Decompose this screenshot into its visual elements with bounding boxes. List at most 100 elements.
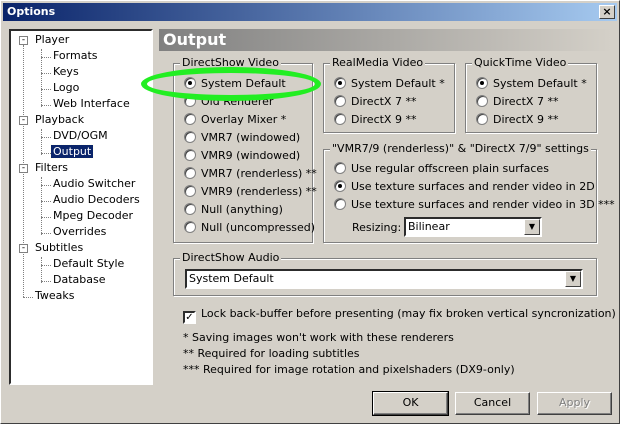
settings-tree[interactable]: - Player Formats Keys Logo Web Interface… <box>9 29 153 385</box>
tree-item-filters[interactable]: Filters <box>33 161 70 175</box>
tree-item-database[interactable]: Database <box>51 273 108 287</box>
window-title: Options <box>7 5 56 18</box>
cancel-button[interactable]: Cancel <box>455 392 530 415</box>
tree-item-tweaks[interactable]: Tweaks <box>33 289 77 303</box>
radio-offscreen-plain[interactable]: Use regular offscreen plain surfaces <box>334 162 549 176</box>
collapse-icon[interactable]: - <box>19 116 28 125</box>
quicktime-video-group: QuickTime Video System Default * DirectX… <box>465 56 597 133</box>
page-title: Output <box>159 29 613 51</box>
chevron-down-icon[interactable]: ▼ <box>524 219 540 235</box>
radio-overlay-mixer[interactable]: Overlay Mixer * <box>184 113 286 127</box>
radio-selected-icon <box>184 77 196 89</box>
radio-vmr9-renderless[interactable]: VMR9 (renderless) ** <box>184 185 317 199</box>
footnote: * Saving images won't work with these re… <box>183 331 454 344</box>
tree-item-web-interface[interactable]: Web Interface <box>51 97 132 111</box>
lock-backbuffer-checkbox[interactable]: ✓ Lock back-buffer before presenting (may… <box>183 307 616 324</box>
tree-connector-line <box>41 257 42 283</box>
radio-icon <box>184 167 196 179</box>
title-bar[interactable]: Options × <box>3 3 617 21</box>
group-title: RealMedia Video <box>330 56 426 69</box>
radio-icon <box>184 95 196 107</box>
radio-rm-directx9[interactable]: DirectX 9 ** <box>334 113 416 127</box>
radio-selected-icon <box>334 77 346 89</box>
collapse-icon[interactable]: - <box>19 244 28 253</box>
close-icon: × <box>602 5 612 18</box>
radio-vmr9-windowed[interactable]: VMR9 (windowed) <box>184 149 300 163</box>
radio-icon <box>334 95 346 107</box>
options-window: Options × - Player Formats Keys Logo Web… <box>0 0 620 424</box>
radio-selected-icon <box>476 77 488 89</box>
ok-button[interactable]: OK <box>372 391 449 416</box>
footnote: *** Required for image rotation and pixe… <box>183 363 515 376</box>
radio-vmr7-renderless[interactable]: VMR7 (renderless) ** <box>184 167 317 181</box>
collapse-icon[interactable]: - <box>19 164 28 173</box>
directshow-video-group: DirectShow Video System Default Old Rend… <box>173 56 317 243</box>
group-title: "VMR7/9 (renderless)" & "DirectX 7/9" se… <box>330 142 591 155</box>
radio-icon <box>184 131 196 143</box>
radio-old-renderer[interactable]: Old Renderer <box>184 95 273 109</box>
radio-texture-3d[interactable]: Use texture surfaces and render video in… <box>334 198 615 212</box>
tree-item-formats[interactable]: Formats <box>51 49 100 63</box>
tree-connector-line <box>41 185 51 186</box>
radio-vmr7-windowed[interactable]: VMR7 (windowed) <box>184 131 300 145</box>
tree-connector-line <box>41 57 51 58</box>
tree-item-audio-switcher[interactable]: Audio Switcher <box>51 177 137 191</box>
tree-item-mpeg-decoder[interactable]: Mpeg Decoder <box>51 209 135 223</box>
radio-icon <box>184 221 196 233</box>
apply-button[interactable]: Apply <box>537 392 612 415</box>
tree-connector-line <box>41 73 51 74</box>
tree-item-default-style[interactable]: Default Style <box>51 257 126 271</box>
radio-icon <box>334 113 346 125</box>
realmedia-video-group: RealMedia Video System Default * DirectX… <box>323 56 455 133</box>
vmr-settings-group: "VMR7/9 (renderless)" & "DirectX 7/9" se… <box>323 142 615 243</box>
tree-connector-line <box>41 281 51 282</box>
radio-qt-system-default[interactable]: System Default * <box>476 77 587 91</box>
tree-connector-line <box>41 217 51 218</box>
group-title: DirectShow Video <box>180 56 281 69</box>
tree-connector-line <box>41 233 51 234</box>
radio-qt-directx9[interactable]: DirectX 9 ** <box>476 113 558 127</box>
lock-backbuffer-label: Lock back-buffer before presenting (may … <box>201 307 616 320</box>
tree-item-overrides[interactable]: Overrides <box>51 225 108 239</box>
radio-icon <box>184 203 196 215</box>
resizing-select[interactable]: Bilinear ▼ <box>404 217 542 237</box>
tree-connector-line <box>41 137 51 138</box>
radio-qt-directx7[interactable]: DirectX 7 ** <box>476 95 558 109</box>
tree-connector-line <box>41 129 42 155</box>
radio-selected-icon <box>334 180 346 192</box>
tree-connector-line <box>41 105 51 106</box>
tree-item-output[interactable]: Output <box>49 144 95 159</box>
collapse-icon[interactable]: - <box>19 36 28 45</box>
tree-connector-line <box>41 201 51 202</box>
radio-system-default[interactable]: System Default <box>184 77 286 91</box>
tree-item-keys[interactable]: Keys <box>51 65 81 79</box>
tree-connector-line <box>41 153 51 154</box>
close-button[interactable]: × <box>599 5 615 19</box>
radio-null-uncompressed[interactable]: Null (uncompressed) <box>184 221 315 235</box>
radio-icon <box>184 113 196 125</box>
audio-renderer-select[interactable]: System Default ▼ <box>185 269 583 289</box>
audio-renderer-value: System Default <box>189 272 274 285</box>
radio-icon <box>184 149 196 161</box>
tree-connector-line <box>41 265 51 266</box>
tree-item-playback[interactable]: Playback <box>33 113 86 127</box>
chevron-down-icon[interactable]: ▼ <box>565 271 581 287</box>
resizing-label: Resizing: <box>352 221 402 234</box>
radio-null-anything[interactable]: Null (anything) <box>184 203 283 217</box>
tree-item-logo[interactable]: Logo <box>51 81 81 95</box>
group-title: DirectShow Audio <box>180 251 282 264</box>
tree-item-audio-decoders[interactable]: Audio Decoders <box>51 193 142 207</box>
radio-icon <box>184 185 196 197</box>
checkmark-icon: ✓ <box>183 311 196 324</box>
tree-item-player[interactable]: Player <box>33 33 71 47</box>
directshow-audio-group: DirectShow Audio System Default ▼ <box>173 251 597 296</box>
group-title: QuickTime Video <box>472 56 569 69</box>
radio-rm-system-default[interactable]: System Default * <box>334 77 445 91</box>
tree-connector-line <box>23 297 33 298</box>
tree-item-dvd-ogm[interactable]: DVD/OGM <box>51 129 110 143</box>
radio-rm-directx7[interactable]: DirectX 7 ** <box>334 95 416 109</box>
tree-item-subtitles[interactable]: Subtitles <box>33 241 85 255</box>
radio-icon <box>476 113 488 125</box>
radio-texture-2d[interactable]: Use texture surfaces and render video in… <box>334 180 595 194</box>
tree-connector-line <box>41 89 51 90</box>
